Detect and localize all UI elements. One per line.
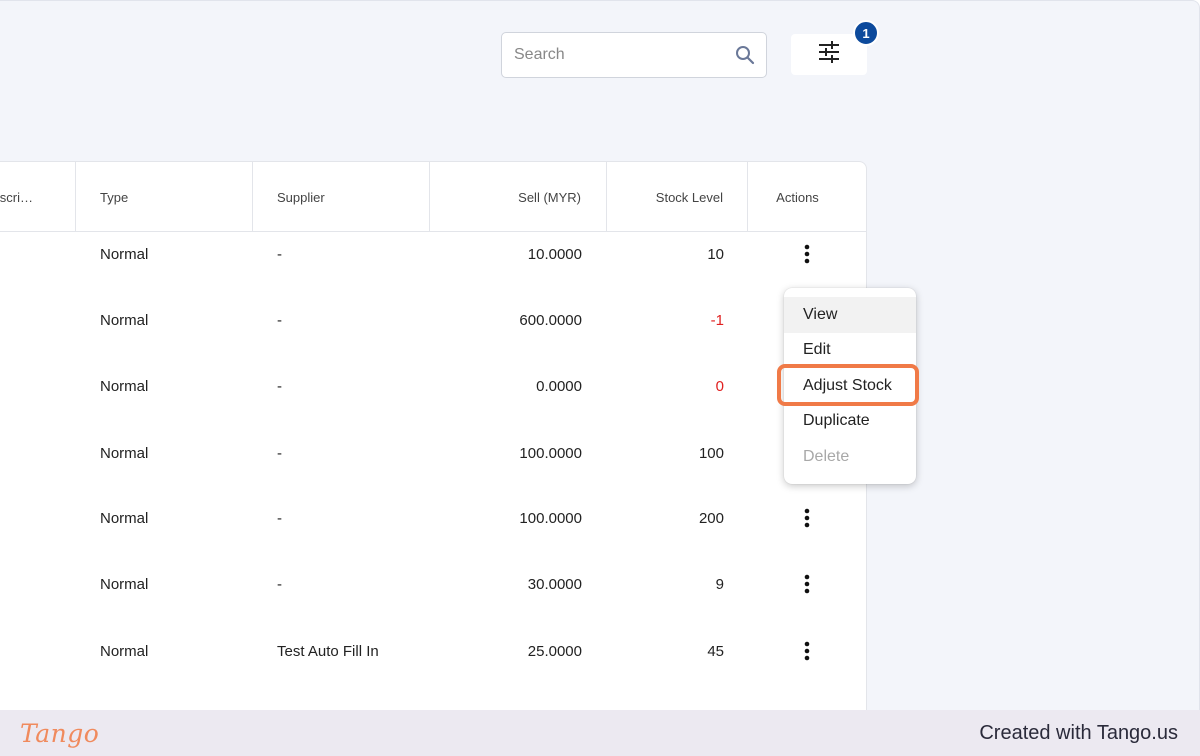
more-vert-icon[interactable]	[797, 572, 817, 596]
search-icon[interactable]	[734, 44, 756, 66]
menu-item-adjust-stock[interactable]: Adjust Stock	[784, 368, 916, 404]
cell-supplier: -	[277, 575, 282, 593]
cell-stock-level: -1	[710, 311, 724, 329]
filter-count-badge: 1	[853, 20, 879, 46]
column-header-supplier[interactable]: Supplier	[253, 162, 430, 232]
cell-supplier: -	[277, 444, 282, 462]
cell-sell: 600.0000	[519, 311, 582, 329]
column-header-sell[interactable]: Sell (MYR)	[430, 162, 607, 232]
cell-stock-level: 10	[707, 245, 724, 263]
products-table: scri… Type Supplier Sell (MYR) Stock Lev…	[0, 161, 867, 710]
cell-sell: 100.0000	[519, 509, 582, 527]
menu-item-view[interactable]: View	[784, 297, 916, 333]
menu-item-edit[interactable]: Edit	[784, 333, 916, 369]
table-header: scri… Type Supplier Sell (MYR) Stock Lev…	[0, 162, 866, 232]
row-actions-menu: View Edit Adjust Stock Duplicate Delete	[784, 288, 916, 484]
more-vert-icon[interactable]	[797, 506, 817, 530]
cell-supplier: -	[277, 509, 282, 527]
column-header-stock-level[interactable]: Stock Level	[607, 162, 748, 232]
menu-item-duplicate[interactable]: Duplicate	[784, 404, 916, 440]
cell-stock-level: 45	[707, 642, 724, 660]
cell-stock-level: 0	[715, 377, 724, 395]
column-header-description[interactable]: scri…	[0, 162, 76, 232]
cell-supplier: Test Auto Fill In	[277, 642, 379, 660]
cell-sell: 0.0000	[536, 377, 582, 395]
cell-stock-level: 200	[698, 509, 724, 527]
cell-sell: 10.0000	[527, 245, 582, 263]
more-vert-icon[interactable]	[797, 242, 817, 266]
more-vert-icon[interactable]	[797, 639, 817, 663]
cell-supplier: -	[277, 377, 282, 395]
cell-stock-level: 9	[715, 575, 724, 593]
cell-type: Normal	[100, 377, 149, 395]
cell-supplier: -	[277, 245, 282, 263]
credit-text: Created with Tango.us	[979, 721, 1178, 744]
cell-sell: 30.0000	[527, 575, 582, 593]
cell-sell: 100.0000	[519, 444, 582, 462]
column-header-type[interactable]: Type	[76, 162, 253, 232]
cell-stock-level: 100	[698, 444, 724, 462]
tango-logo: Tango	[20, 718, 100, 748]
filter-sliders-icon	[817, 40, 841, 69]
cell-type: Normal	[100, 245, 149, 263]
cell-sell: 25.0000	[527, 642, 582, 660]
cell-type: Normal	[100, 311, 149, 329]
cell-type: Normal	[100, 642, 149, 660]
cell-supplier: -	[277, 311, 282, 329]
search-input[interactable]	[514, 46, 734, 64]
cell-type: Normal	[100, 509, 149, 527]
search-box[interactable]	[501, 32, 767, 78]
column-header-actions: Actions	[776, 189, 819, 205]
cell-type: Normal	[100, 575, 149, 593]
menu-item-delete: Delete	[803, 447, 850, 465]
cell-type: Normal	[100, 444, 149, 462]
footer-bar: Tango Created with Tango.us	[0, 710, 1200, 756]
